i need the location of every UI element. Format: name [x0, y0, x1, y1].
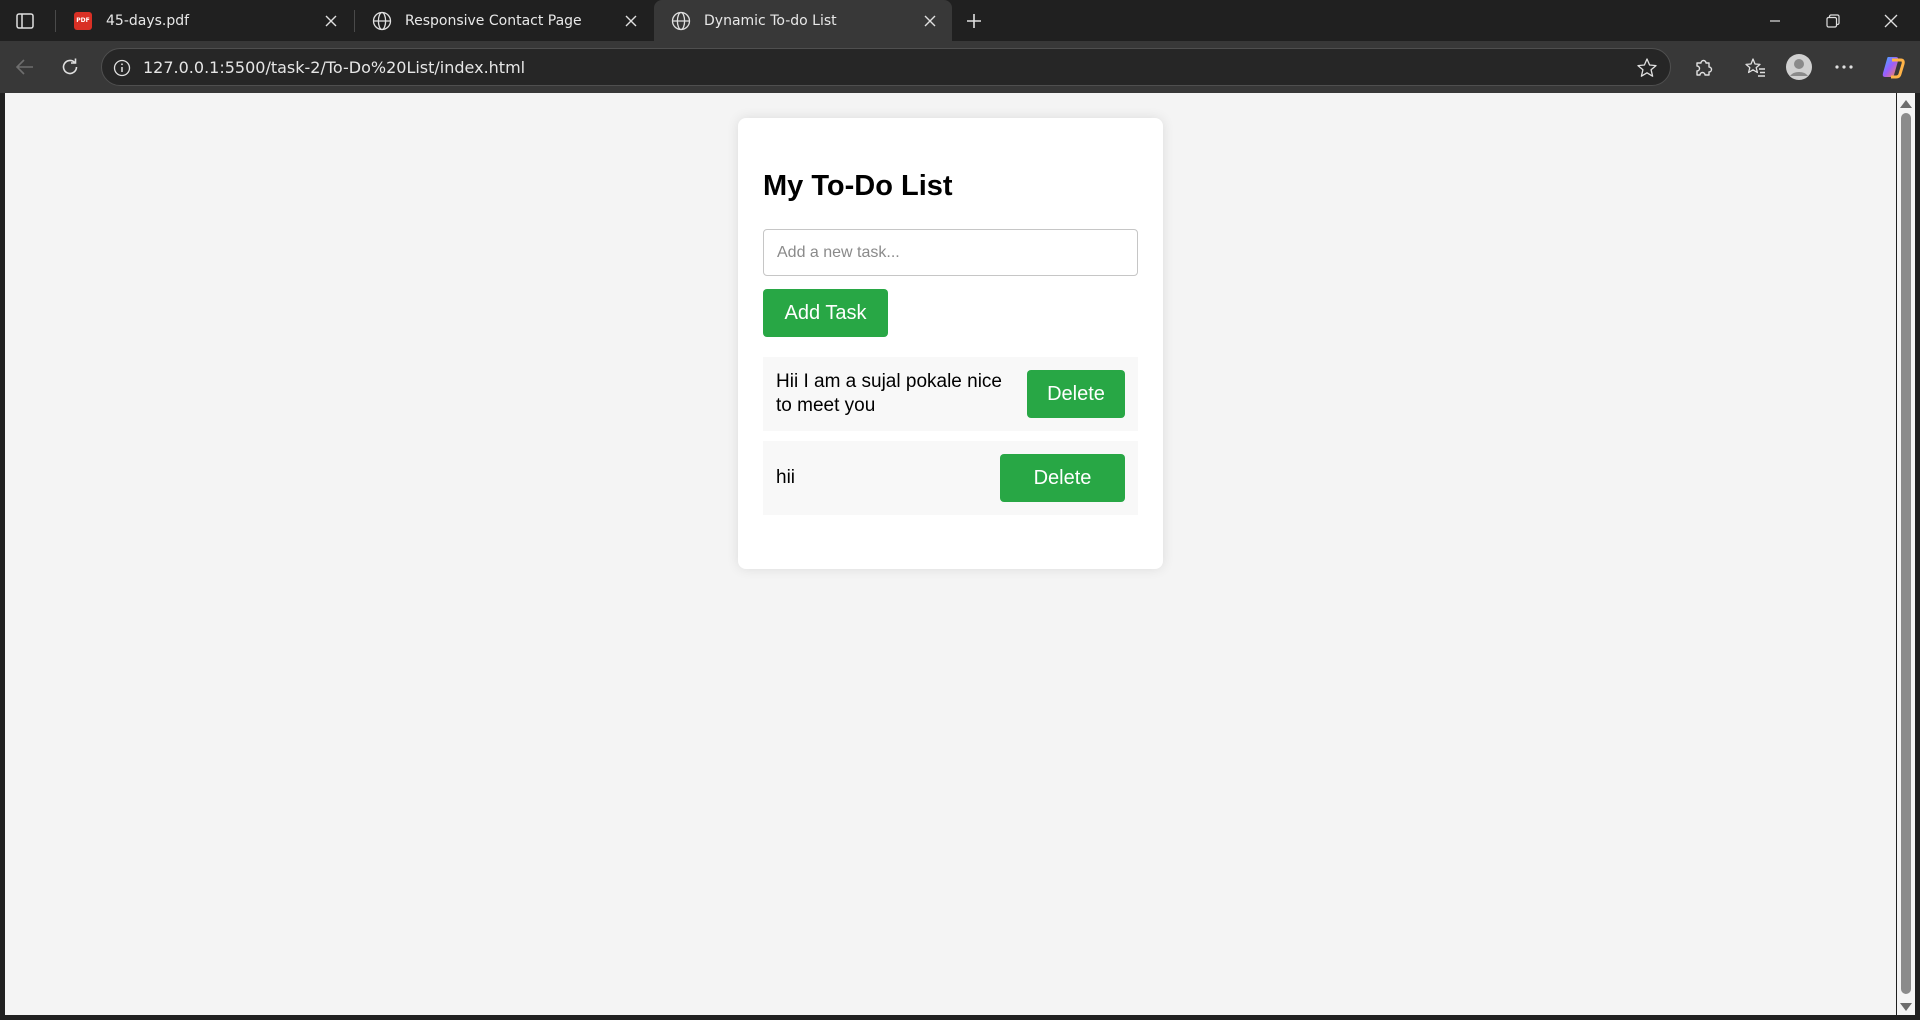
task-list: Hii I am a sujal pokale nice to meet you… [763, 357, 1138, 525]
minimize-icon [1770, 19, 1780, 22]
browser-toolbar: 127.0.0.1:5500/task-2/To-Do%20List/index… [0, 41, 1920, 93]
back-button[interactable] [7, 50, 43, 84]
tab-actions-button[interactable] [9, 8, 41, 34]
tab-45-days-pdf[interactable]: PDF 45-days.pdf [56, 0, 353, 41]
globe-icon [372, 11, 392, 31]
scrollbar-thumb[interactable] [1901, 113, 1911, 994]
back-arrow-icon [15, 59, 33, 75]
more-horizontal-icon [1835, 65, 1853, 69]
scroll-up-arrow-icon[interactable] [1900, 100, 1912, 108]
favorite-star-icon[interactable] [1634, 55, 1660, 81]
favorites-list-icon [1745, 58, 1765, 77]
delete-task-button[interactable]: Delete [1000, 454, 1125, 502]
restore-button[interactable] [1804, 0, 1862, 41]
task-text: Hii I am a sujal pokale nice to meet you [776, 371, 1002, 416]
favorites-button[interactable] [1737, 50, 1773, 84]
todo-container: My To-Do List Add Task Hii I am a sujal … [738, 118, 1163, 569]
site-info-icon[interactable] [110, 56, 134, 80]
minimize-button[interactable] [1746, 0, 1804, 41]
page-title: My To-Do List [763, 170, 953, 202]
pdf-icon: PDF [73, 11, 93, 31]
extensions-button[interactable] [1686, 50, 1722, 84]
task-input[interactable] [763, 229, 1138, 276]
task-item: hii Delete [763, 441, 1138, 515]
close-window-button[interactable] [1862, 0, 1920, 41]
reload-button[interactable] [52, 50, 88, 84]
close-tab-icon[interactable] [916, 7, 944, 35]
restore-icon [1826, 13, 1840, 28]
tab-title: Responsive Contact Page [405, 12, 582, 29]
task-text: hii [776, 467, 796, 488]
tab-title: 45-days.pdf [106, 12, 190, 29]
task-item: Hii I am a sujal pokale nice to meet you… [763, 357, 1138, 431]
new-tab-button[interactable] [958, 6, 990, 36]
tab-title: Dynamic To-do List [704, 12, 837, 29]
close-icon [1884, 14, 1898, 27]
scroll-down-arrow-icon[interactable] [1900, 1003, 1912, 1011]
address-url[interactable]: 127.0.0.1:5500/task-2/To-Do%20List/index… [143, 58, 525, 77]
sidebar-panel-icon [16, 13, 34, 29]
avatar-icon [1786, 54, 1812, 80]
address-bar[interactable]: 127.0.0.1:5500/task-2/To-Do%20List/index… [101, 48, 1671, 86]
close-tab-icon[interactable] [617, 7, 645, 35]
tab-strip: PDF 45-days.pdf Responsive Contact Page … [0, 0, 1920, 41]
vertical-scrollbar[interactable] [1897, 93, 1915, 1015]
add-task-button[interactable]: Add Task [763, 289, 888, 337]
close-tab-icon[interactable] [317, 7, 345, 35]
profile-button[interactable] [1781, 50, 1817, 84]
settings-more-button[interactable] [1826, 50, 1862, 84]
copilot-button[interactable] [1875, 50, 1911, 84]
tab-dynamic-todo-list[interactable]: Dynamic To-do List [654, 0, 952, 41]
tab-responsive-contact-page[interactable]: Responsive Contact Page [355, 0, 653, 41]
delete-task-button[interactable]: Delete [1027, 370, 1125, 418]
page-viewport: My To-Do List Add Task Hii I am a sujal … [5, 93, 1896, 1015]
copilot-icon [1882, 57, 1905, 79]
plus-icon [967, 14, 981, 28]
globe-icon [671, 11, 691, 31]
puzzle-icon [1696, 59, 1713, 76]
reload-icon [62, 58, 78, 75]
